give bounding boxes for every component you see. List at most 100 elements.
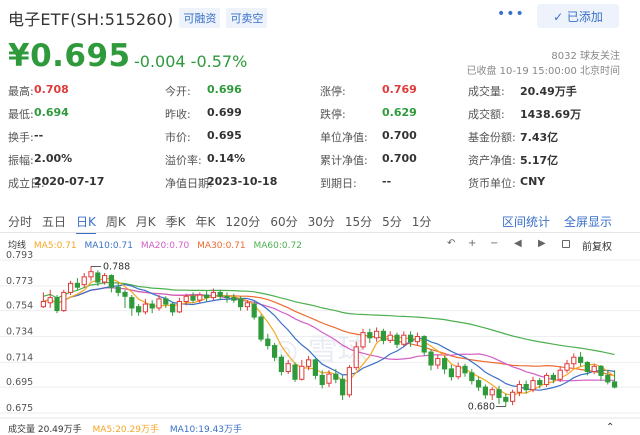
tab-3[interactable]: 周K (106, 213, 126, 234)
current-price: ¥0.695 (8, 38, 131, 74)
stat-label: 货币单位: (468, 177, 516, 190)
short-tag[interactable]: 可卖空 (226, 8, 268, 28)
stat-label: 涨停: (320, 85, 346, 98)
candle-body (380, 330, 387, 341)
candle-body (441, 358, 448, 370)
candle-body (598, 365, 604, 376)
candle-body (584, 361, 591, 373)
candle-body (54, 297, 60, 312)
candle-body (353, 346, 359, 369)
candle-body (122, 291, 128, 297)
tab-9[interactable]: 30分 (308, 213, 335, 234)
tab-7[interactable]: 120分 (225, 213, 260, 234)
stat-value: 0.695 (207, 129, 242, 142)
candle-body (237, 298, 244, 308)
added-button[interactable]: ✓ 已添加 (537, 4, 619, 28)
more-icon[interactable]: ••• (497, 6, 525, 22)
period-tabs: 分时 五日 日K 周K 月K 季K 年K 120分 60分 30分 15分 5分 1分 (8, 213, 441, 234)
security-title: 电子ETF(SH:515260) (8, 10, 174, 29)
margin-tag[interactable]: 可融资 (179, 8, 221, 28)
y-tick-label: 0.793 (6, 250, 33, 261)
candle-body (455, 365, 461, 378)
candle-body (414, 336, 421, 343)
candle-body (305, 359, 312, 367)
candle-body (530, 380, 536, 391)
y-tick-label: 0.773 (6, 276, 33, 287)
max-price-label: 0.788 (103, 261, 130, 272)
scroll-right-icon[interactable]: ▶ (538, 238, 546, 249)
stat-label: 基金份额: (468, 131, 516, 144)
candle-body (115, 286, 121, 293)
scroll-left-icon[interactable]: ◀ (514, 238, 522, 249)
candle-body (489, 389, 495, 396)
zoom-out-icon[interactable]: − (490, 238, 498, 249)
candle-body (163, 298, 169, 305)
candle-body (101, 275, 108, 283)
tab-8[interactable]: 60分 (270, 213, 297, 234)
stat-value: 0.700 (382, 152, 417, 165)
tab-4[interactable]: 月K (136, 213, 156, 234)
stat-value: -- (382, 175, 392, 188)
stat-value: 0.769 (382, 83, 417, 96)
stat-label: 溢价率: (165, 154, 202, 167)
tab-0[interactable]: 分时 (8, 213, 32, 234)
candle-body (67, 282, 74, 293)
stat-label: 单位净值: (320, 131, 368, 144)
tab-11[interactable]: 5分 (382, 213, 402, 234)
undo-icon[interactable]: ↶ (447, 238, 455, 249)
candle-body (149, 303, 155, 309)
candle-body (169, 303, 176, 313)
tab-1[interactable]: 五日 (42, 213, 66, 234)
candle-body (421, 336, 427, 353)
stat-label: 到期日: (320, 177, 357, 190)
candle-body (591, 365, 597, 373)
candle-body (81, 276, 87, 286)
candle-body (95, 272, 101, 283)
candle-body (285, 363, 291, 373)
stat-label: 净值日期: (165, 177, 213, 190)
candle-body (319, 374, 325, 385)
stat-label: 成交量: (468, 85, 505, 98)
tab-6[interactable]: 年K (196, 213, 216, 234)
market-status: 已收盘 10-19 15:00:00 北京时间 (466, 66, 620, 77)
stat-value: 1438.69万 (520, 108, 582, 121)
tab-10[interactable]: 15分 (345, 213, 372, 234)
zoom-in-icon[interactable]: + (468, 238, 476, 249)
candle-body (475, 380, 482, 388)
fullscreen-link[interactable]: 全屏显示 (564, 213, 612, 230)
stat-label: 资产净值: (468, 154, 516, 167)
volume-legend: 成交量 20.49万手 MA5:20.29万手 MA10:19.43万手 (8, 422, 250, 435)
candle-body (367, 332, 373, 339)
collapse-icon[interactable]: ⌃ (606, 422, 614, 433)
volume-ma10: MA10:19.43万手 (169, 425, 243, 435)
candle-body (605, 374, 611, 383)
candle-body (333, 373, 339, 380)
y-tick-label: 0.714 (6, 352, 33, 363)
candle-body (183, 295, 189, 302)
candle-body (346, 367, 353, 396)
tab-2[interactable]: 日K (76, 213, 96, 234)
stat-value: 0.629 (382, 106, 417, 119)
tab-5[interactable]: 季K (166, 213, 186, 234)
stat-label: 振幅: (8, 154, 34, 167)
stat-value: 20.49万手 (520, 85, 577, 98)
interval-stats-link[interactable]: 区间统计 (502, 213, 550, 230)
y-tick-label: 0.734 (6, 327, 33, 338)
candle-body (135, 306, 142, 313)
candle-body (462, 365, 468, 374)
stat-label: 成交额: (468, 108, 505, 121)
volume-ma5: MA5:20.29万手 (92, 425, 159, 435)
candle-body (299, 365, 305, 380)
candle-body (224, 295, 230, 299)
candle-body (339, 378, 346, 396)
candle-body (176, 300, 183, 313)
candlestick-chart[interactable]: 0.7930.7730.7540.7340.7140.6950.675◎ 雪球0… (0, 250, 640, 430)
followers-count: 8032 球友关注 (551, 51, 620, 62)
tab-12[interactable]: 1分 (412, 213, 432, 234)
candle-body (503, 396, 509, 402)
candle-body (278, 356, 285, 373)
expand-icon[interactable] (562, 240, 570, 248)
candle-body (244, 302, 251, 308)
stat-value: 0.700 (382, 129, 417, 142)
stat-label: 最低: (8, 108, 34, 121)
